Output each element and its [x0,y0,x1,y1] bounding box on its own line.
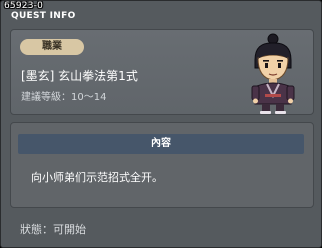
status-value: 可開始 [53,223,86,236]
job-badge: 職業 [20,39,84,55]
window-title: QUEST INFO [11,11,76,21]
level-range: 10～14 [71,92,107,103]
status-label: 狀態： [20,223,53,236]
content-header: 內容 [18,134,304,154]
quest-name: [墨玄] 玄山拳法第1式 [21,69,138,83]
quest-description: 向小师弟们示范招式全开。 [31,171,163,184]
quest-id: 65923-0 [4,1,44,11]
quest-level: 建議等級：10～14 [21,88,106,103]
level-label: 建議等級： [21,92,71,103]
quest-status: 狀態：可開始 [20,221,86,237]
quest-content-panel: 內容 向小师弟们示范招式全开。 [10,122,314,208]
character-portrait-icon [251,33,295,114]
quest-info-window: 65923-0 QUEST INFO 職業 [墨玄] 玄山拳法第1式 建議等級：… [0,0,322,248]
quest-info-panel: 職業 [墨玄] 玄山拳法第1式 建議等級：10～14 [10,29,314,115]
